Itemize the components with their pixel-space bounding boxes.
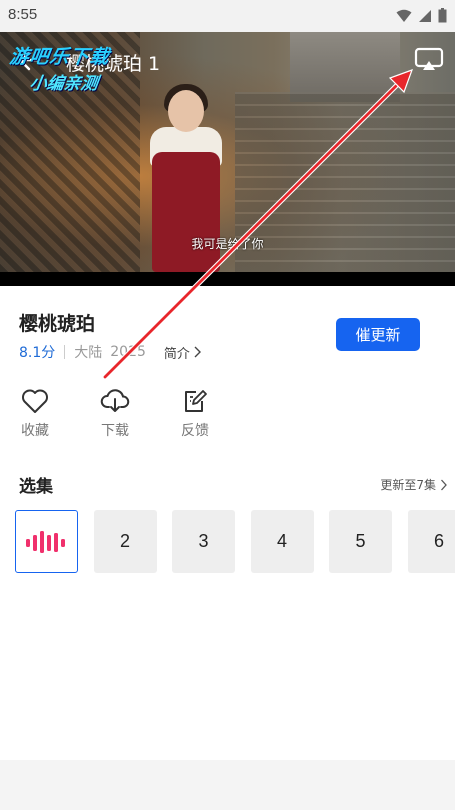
playing-bars-icon [25,530,65,553]
video-subtitle: 我可是给了你 [191,237,264,251]
video-player[interactable]: 我可是给了你 樱桃琥珀 1 游吧乐下载 小编亲测 [0,32,455,286]
download-button[interactable]: 下载 [90,388,140,440]
episode-item[interactable]: 5 [329,510,392,573]
episode-item[interactable]: 4 [250,510,314,573]
watermark-logo: 游吧乐下载 小编亲测 [4,42,151,94]
bottom-area [0,760,455,810]
video-bottom-strip [0,272,455,286]
meta-divider [64,345,66,359]
watermark-line2: 小编亲测 [28,74,100,94]
status-bar: 8:55 [0,0,455,32]
heart-icon [22,389,48,413]
battery-icon [438,8,447,23]
favorite-label: 收藏 [21,423,49,439]
episode-item[interactable]: 6 [407,510,455,573]
wifi-icon [396,9,412,22]
chevron-right-icon [194,346,201,358]
episode-item-current[interactable] [15,510,78,573]
video-girl-head [168,90,204,132]
show-meta: 8.1分 大陆 2025 简介 [19,342,201,362]
status-icons [396,8,447,23]
cast-screen-icon[interactable] [414,46,444,74]
chevron-right-icon [441,479,447,490]
episodes-update-label: 更新至7集 [380,478,436,492]
download-label: 下载 [101,423,129,439]
show-title: 樱桃琥珀 [19,313,96,335]
feedback-button[interactable]: 反馈 [170,388,220,440]
urge-update-button[interactable]: 催更新 [336,318,420,351]
intro-link[interactable]: 简介 [164,343,201,362]
episode-list: 2 3 4 5 6 [15,510,455,574]
intro-label: 简介 [163,346,190,362]
episodes-header: 选集 更新至7集 [19,472,447,497]
show-rating: 8.1分 [19,345,56,361]
show-region: 大陆 [74,345,103,361]
signal-icon [419,9,431,22]
cloud-download-icon [100,389,130,412]
status-time: 8:55 [8,6,38,23]
video-girl-dress [152,152,220,272]
episode-item[interactable]: 2 [93,510,157,573]
watermark-line1: 游吧乐下载 [8,46,112,68]
episodes-title: 选集 [19,477,53,497]
show-year: 2025 [110,344,146,360]
episodes-update-link[interactable]: 更新至7集 [380,476,447,493]
show-info-panel: 樱桃琥珀 8.1分 大陆 2025 简介 催更新 收藏 下载 反馈 选集 更新至… [0,286,455,760]
favorite-button[interactable]: 收藏 [10,388,60,440]
feedback-label: 反馈 [181,423,209,439]
feedback-edit-icon [185,390,207,412]
episode-item[interactable]: 3 [172,510,235,573]
action-row: 收藏 下载 反馈 [0,388,455,448]
